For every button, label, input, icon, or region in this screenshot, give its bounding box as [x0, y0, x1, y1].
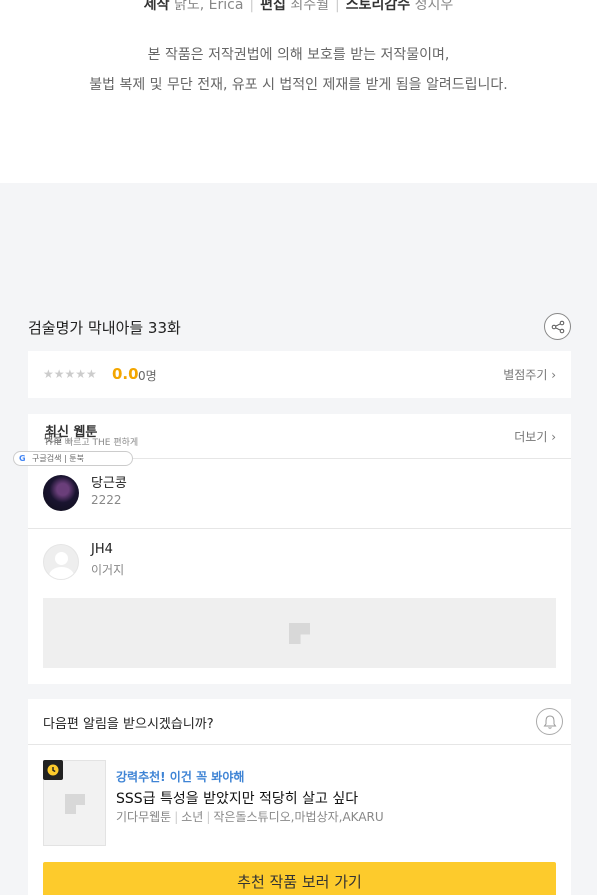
image-placeholder-icon [65, 794, 85, 814]
credit-value: 최주월 [290, 0, 329, 13]
notify-bell-button[interactable] [536, 708, 563, 735]
notify-question: 다음편 알림을 받으시겠습니까? [43, 717, 214, 732]
comment-item: JH4 이거지 [28, 530, 571, 600]
episode-title: 검술명가 막내아들 33화 [28, 319, 181, 337]
comment-item: 당근콩 2222 [28, 460, 571, 529]
share-icon [551, 320, 564, 333]
share-button[interactable] [544, 313, 571, 340]
episode-title-row: 검술명가 막내아들 33화 [28, 313, 571, 340]
meta-genre: 소년 [181, 810, 204, 824]
credit-label: 스토리감수 [345, 0, 411, 13]
comment-text: 2222 [91, 493, 122, 507]
recommend-tag: 강력추천! 이건 꼭 봐야해 [116, 770, 245, 784]
google-icon: G [19, 454, 26, 463]
notify-header: 다음편 알림을 받으시겠습니까? [28, 699, 571, 745]
recommend-card: 다음편 알림을 받으시겠습니까? 강력추천! 이건 꼭 봐야해 SSS급 특성을… [28, 699, 571, 895]
overlay-slogan: THE 빠르고 THE 편하게 [44, 438, 139, 448]
credits-line: 제작 닭도, Erica | 편집 최주월 | 스토리감수 정지우 [0, 0, 597, 14]
rate-button[interactable]: 별점주기 › [503, 366, 556, 383]
copyright-notice-line1: 본 작품은 저작권법에 의해 보호를 받는 저작물이며, [147, 47, 450, 63]
rating-count: 0명 [138, 369, 157, 383]
clock-icon [43, 760, 63, 780]
comments-card: 최신 웹툰 댓글 THE 빠르고 THE 편하게 G 구글검색 | 툰북 더보기… [13, 414, 571, 684]
comment-nickname[interactable]: JH4 [91, 542, 113, 557]
star-icon: ★★★★★ [43, 367, 97, 381]
recommend-go-button[interactable]: 추천 작품 보러 가기 [43, 862, 556, 895]
recommend-title[interactable]: SSS급 특성을 받았지만 적당히 살고 싶다 [116, 788, 358, 808]
avatar[interactable] [43, 544, 79, 580]
recommend-meta: 기다무웹툰 | 소년 | 작은돌스튜디오,마법상자,AKARU [116, 810, 384, 824]
comment-nickname[interactable]: 당근콩 [91, 472, 127, 491]
credit-value: 정지우 [414, 0, 454, 13]
rating-card: ★★★★★ 0.0 0명 별점주기 › [28, 351, 571, 398]
meta-type: 기다무웹툰 [116, 810, 172, 824]
comment-text: 이거지 [91, 563, 125, 577]
more-button[interactable]: 더보기 › [514, 428, 556, 445]
image-placeholder-icon [289, 623, 310, 644]
bell-icon [543, 714, 556, 729]
copyright-notice-line2: 불법 복제 및 무단 전재, 유포 시 법적인 제재를 받게 됨을 알려드립니다… [89, 77, 508, 93]
rating-score: 0.0 [112, 365, 139, 383]
credit-label: 편집 [260, 0, 286, 13]
credit-label: 제작 [143, 0, 170, 13]
credit-value: 닭도, Erica [173, 0, 244, 13]
ad-placeholder[interactable] [43, 598, 556, 668]
avatar[interactable] [43, 475, 79, 511]
comments-header: 최신 웹툰 댓글 THE 빠르고 THE 편하게 G 구글검색 | 툰북 더보기… [13, 414, 571, 466]
meta-authors: 작은돌스튜디오,마법상자,AKARU [213, 810, 384, 824]
copyright-section: 제작 닭도, Erica | 편집 최주월 | 스토리감수 정지우 본 작품은 저작권법… [0, 0, 597, 183]
